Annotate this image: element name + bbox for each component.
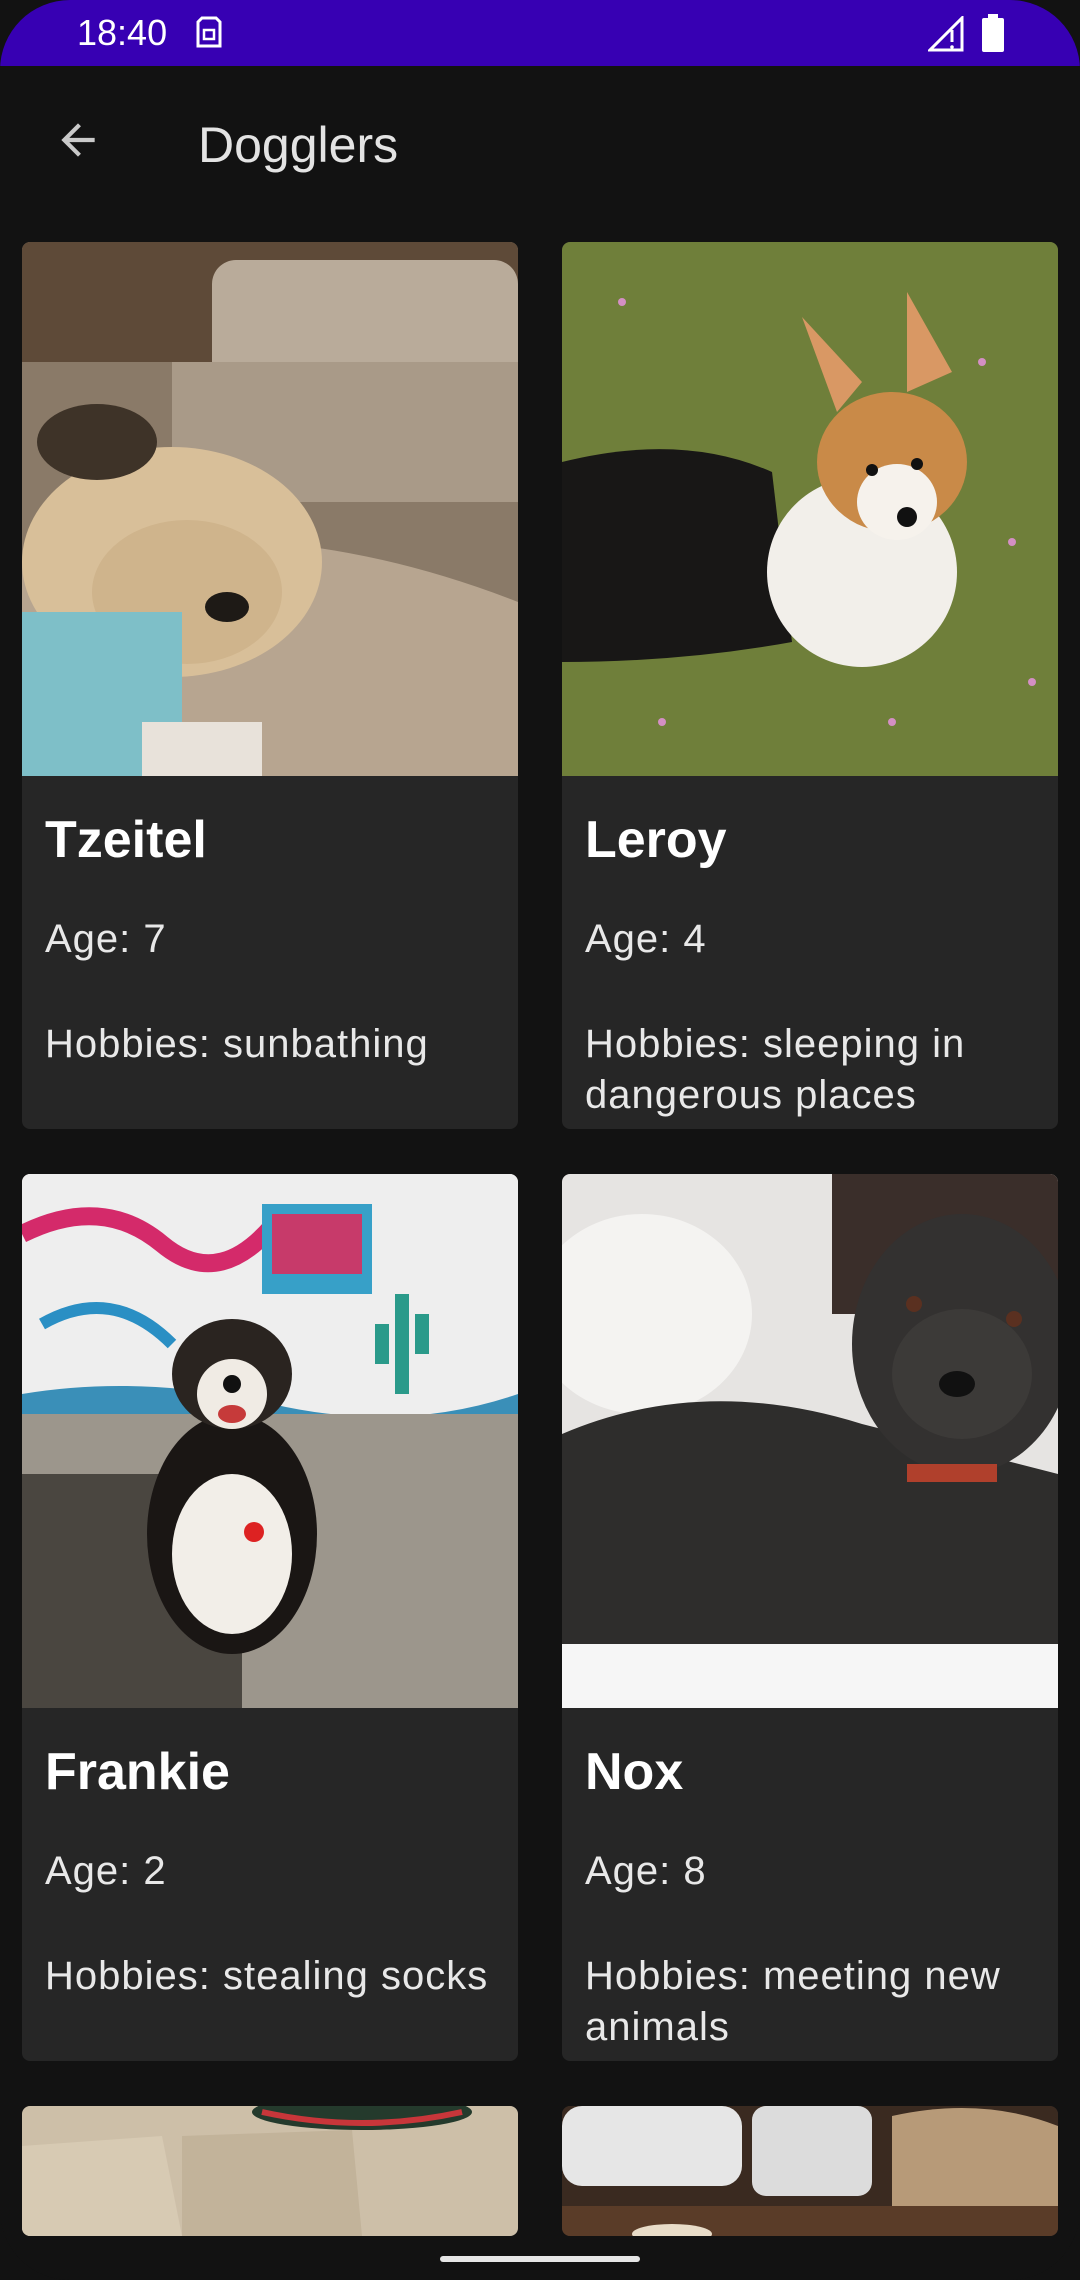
dog-age: Age: 2	[45, 1849, 167, 1893]
dog-name: Tzeitel	[45, 811, 207, 869]
dog-card[interactable]: Frankie Age: 2 Hobbies: stealing socks	[22, 1174, 518, 2061]
gesture-handle[interactable]	[440, 2256, 640, 2262]
dog-photo	[22, 2106, 518, 2236]
dog-photo	[562, 1174, 1058, 1708]
dog-age: Age: 4	[585, 917, 707, 961]
dog-hobbies: Hobbies: sleeping in dangerous places	[585, 1022, 966, 1117]
signal-icon	[928, 16, 964, 52]
dog-hobbies: Hobbies: meeting new animals	[585, 1954, 1001, 2049]
status-bar: 18:40	[0, 0, 1080, 66]
dog-photo	[22, 242, 518, 776]
dog-photo	[22, 1174, 518, 1708]
dog-hobbies: Hobbies: stealing socks	[45, 1954, 489, 1998]
status-time: 18:40	[77, 12, 168, 53]
dog-name: Frankie	[45, 1743, 230, 1801]
dog-card[interactable]: Tzeitel Age: 7 Hobbies: sunbathing	[22, 242, 518, 1129]
dog-card[interactable]: Nox Age: 8 Hobbies: meeting new animals	[562, 1174, 1058, 2061]
back-button[interactable]	[48, 110, 108, 170]
dog-age: Age: 8	[585, 1849, 707, 1893]
arrow-back-icon	[61, 123, 95, 157]
battery-icon	[982, 14, 1004, 52]
dog-photo	[562, 2106, 1058, 2236]
dog-name: Leroy	[585, 811, 727, 869]
dog-name: Nox	[585, 1743, 684, 1801]
sim-icon	[196, 16, 222, 48]
app-bar: Dogglers	[0, 66, 1080, 226]
page-title: Dogglers	[198, 117, 399, 173]
dog-card[interactable]	[22, 2106, 518, 2236]
dog-card[interactable]	[562, 2106, 1058, 2236]
dog-age: Age: 7	[45, 917, 167, 961]
dog-hobbies: Hobbies: sunbathing	[45, 1022, 429, 1066]
dog-photo	[562, 242, 1058, 776]
phone-screen: 18:40 Dogglers Tzeitel Age: 7 Hobbies: s…	[0, 0, 1080, 2280]
dog-card[interactable]: Leroy Age: 4 Hobbies: sleeping in danger…	[562, 242, 1058, 1129]
